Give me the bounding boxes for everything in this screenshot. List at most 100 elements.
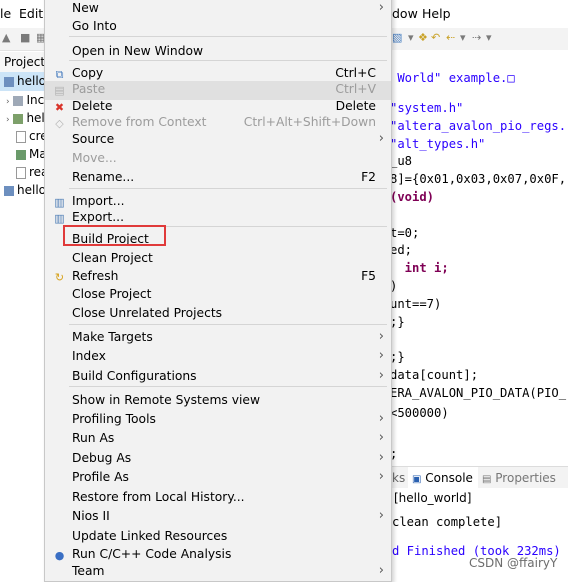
bookmark-icon[interactable]: ❖ [418,31,428,44]
menu-item-team[interactable]: Team › [45,563,391,582]
menu-item-go-into[interactable]: Go Into [45,18,391,37]
tab-console-label: Console [425,471,473,485]
submenu-arrow-icon: › [378,0,384,15]
tree-item-source-file[interactable]: › hel [6,109,45,127]
menu-item-shortcut: F5 [361,269,376,283]
project-folder-icon [4,185,14,196]
code-line: t=0; [390,226,420,240]
bottom-panel-tabs: ks ▣ Console ⊗ ▤ Properties [390,466,568,509]
save-icon[interactable]: ■ [20,31,30,44]
code-editor[interactable]: World" example.□ "system.h" "altera_aval… [390,50,568,461]
menu-window[interactable]: dow [392,6,418,21]
tree-item-file[interactable]: cre [16,127,48,145]
tab-properties[interactable]: ▤ Properties [482,471,556,485]
submenu-arrow-icon: › [378,329,384,344]
project-explorer-tab[interactable]: Project [0,52,49,73]
tree-item-label: hel [26,111,45,125]
pin-icon[interactable]: ▧ [392,31,402,44]
menu-item-index[interactable]: Index › [45,348,391,367]
back-dropdown-icon[interactable]: ▾ [460,31,466,44]
tab-console[interactable]: ▣ Console ⊗ [408,467,478,509]
menu-item-label: Close Project [72,287,152,301]
submenu-arrow-icon: › [378,508,384,523]
menu-item-label: New [72,1,99,15]
expand-arrow-icon[interactable]: › [6,115,10,125]
menu-item-update-linked-resources[interactable]: Update Linked Resources [45,528,391,547]
code-line: <500000) [390,406,449,420]
menu-item-label: Show in Remote Systems view [72,393,261,407]
menu-item-label: Run As [72,431,115,445]
submenu-arrow-icon: › [378,469,384,484]
tree-item-label: Inc [26,93,45,107]
menu-item-show-in-remote-systems-view[interactable]: Show in Remote Systems view [45,392,391,411]
forward-dropdown-icon[interactable]: ▾ [486,31,492,44]
menu-item-make-targets[interactable]: Make Targets › [45,329,391,348]
menu-item-label: Remove from Context [72,115,207,129]
code-line: unt==7) [390,297,442,311]
menu-edit[interactable]: Edit [19,6,43,21]
tab-properties-label: Properties [495,471,556,485]
forward-icon[interactable]: ⇢ [472,31,481,44]
project-explorer-tab-label: Project [4,55,46,69]
menu-item-refresh[interactable]: ↻ Refresh F5 [45,268,391,287]
menu-item-restore-from-local-history[interactable]: Restore from Local History... [45,489,391,508]
submenu-arrow-icon: › [378,411,384,426]
menu-item-clean-project[interactable]: Clean Project [45,250,391,269]
remove-context-icon: ◇ [55,117,64,130]
menu-item-close-unrelated-projects[interactable]: Close Unrelated Projects [45,305,391,324]
menu-item-shortcut: F2 [361,170,376,184]
menu-item-run-as[interactable]: Run As › [45,430,391,449]
project-folder-icon [4,76,14,87]
menu-item-rename[interactable]: Rename... F2 [45,169,391,188]
code-line: "system.h" [390,101,464,115]
menu-item-label: Open in New Window [72,44,204,58]
code-line: ;} [390,315,405,329]
menu-help[interactable]: Help [422,6,451,21]
menu-item-debug-as[interactable]: Debug As › [45,450,391,469]
highlight-box [63,225,166,246]
dropdown-icon[interactable]: ▾ [408,31,414,44]
menu-item-shortcut: Ctrl+C [335,66,376,80]
menu-item-label: Run C/C++ Code Analysis [72,547,232,561]
tab-tasks[interactable]: ks [392,471,405,485]
previous-edit-icon[interactable]: ↶ [431,31,440,44]
code-line: World" example.□ [390,71,515,85]
menu-item-profile-as[interactable]: Profile As › [45,469,391,488]
back-icon[interactable]: ⇠ [446,31,455,44]
menu-item-label: Update Linked Resources [72,529,228,543]
menu-item-build-configurations[interactable]: Build Configurations › [45,368,391,387]
makefile-icon [16,149,26,160]
menu-item-close-project[interactable]: Close Project [45,286,391,305]
export-icon: ▥ [54,212,65,225]
file-icon [16,166,26,179]
menu-item-label: Build Configurations [72,369,197,383]
tree-item-project[interactable]: hello [4,72,46,90]
menu-item-profiling-tools[interactable]: Profiling Tools › [45,411,391,430]
toolbar-icon[interactable]: ▲ [2,31,10,44]
submenu-arrow-icon: › [378,348,384,363]
refresh-icon: ↻ [54,271,65,284]
menu-item-label: Copy [72,66,104,80]
expand-arrow-icon[interactable]: › [6,97,10,107]
menu-separator [69,188,387,189]
submenu-arrow-icon: › [378,131,384,146]
properties-icon: ▤ [482,474,492,485]
code-line: ed; [390,243,413,257]
context-menu: New › Go Into Open in New Window ⧉ Copy Ctrl+C… [44,0,392,582]
c-file-icon [13,113,24,124]
tree-item-includes[interactable]: › Inc [6,91,44,109]
menu-item-shortcut: Delete [335,99,376,113]
menu-separator [69,386,387,387]
submenu-arrow-icon: › [378,430,384,445]
tree-item-makefile[interactable]: Ma [16,145,47,163]
menu-item-source[interactable]: Source › [45,131,391,150]
console-icon: ▣ [412,474,422,485]
menu-item-label: Import... [72,194,125,208]
menu-item-new[interactable]: New › [45,0,391,19]
menu-file[interactable]: le [0,6,11,21]
menu-item-label: Team [72,564,105,578]
menu-item-nios-ii[interactable]: Nios II › [45,508,391,527]
file-icon [16,130,26,143]
menu-item-label: Debug As [72,451,132,465]
menu-item-label: Close Unrelated Projects [72,306,223,320]
